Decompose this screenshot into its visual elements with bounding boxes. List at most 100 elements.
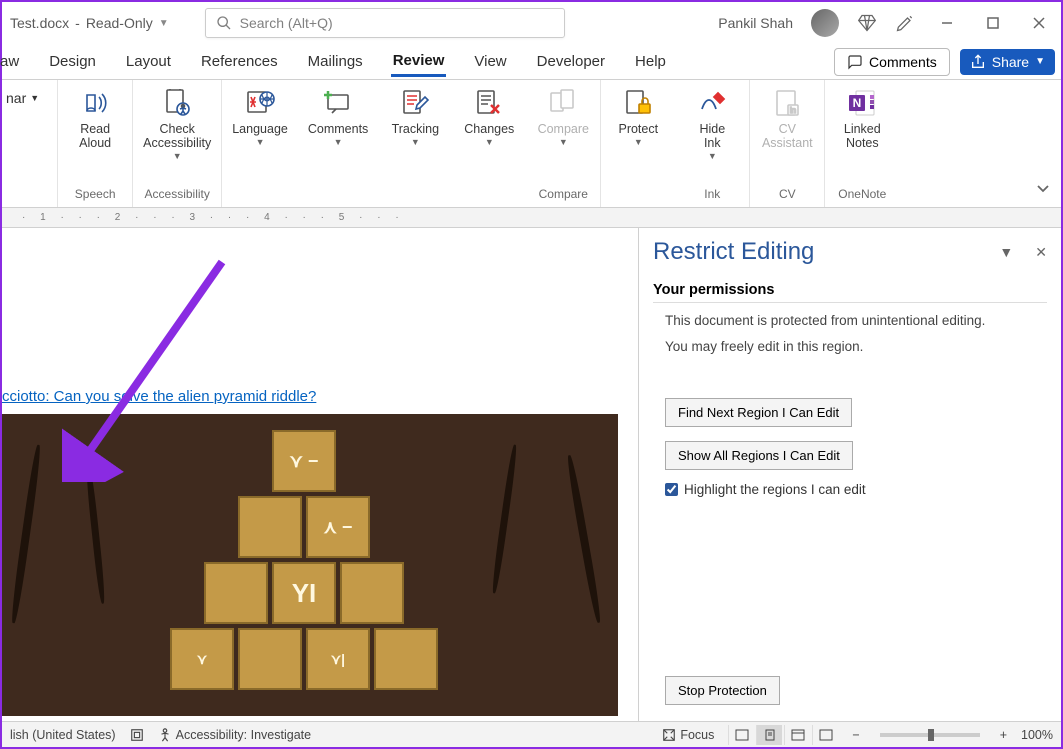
avatar[interactable]: [811, 9, 839, 37]
zoom-slider[interactable]: [880, 733, 980, 737]
tab-mailings[interactable]: Mailings: [306, 47, 365, 76]
accessibility-icon: [161, 87, 193, 119]
tab-layout[interactable]: Layout: [124, 47, 173, 76]
cv-assistant-button: in CV Assistant: [760, 84, 814, 150]
group-label-speech: Speech: [75, 187, 116, 205]
tab-references[interactable]: References: [199, 47, 280, 76]
read-aloud-icon: [79, 87, 111, 119]
panel-description: This document is protected from unintent…: [653, 311, 1047, 358]
content-row: cciotto: Can you solve the alien pyramid…: [2, 228, 1061, 721]
status-macro[interactable]: [130, 728, 144, 742]
chevron-down-icon: ▼: [159, 18, 169, 29]
comments-button[interactable]: Comments: [834, 48, 950, 76]
compare-button: Compare▼: [536, 84, 590, 147]
document-canvas[interactable]: cciotto: Can you solve the alien pyramid…: [2, 228, 638, 721]
status-focus[interactable]: Focus: [662, 728, 714, 742]
language-icon: [244, 87, 276, 119]
search-icon: [216, 15, 232, 31]
user-name[interactable]: Pankil Shah: [718, 15, 793, 31]
protect-icon: [622, 87, 654, 119]
panel-subtitle: Your permissions: [653, 282, 1047, 303]
compare-icon: [547, 87, 579, 119]
tab-view[interactable]: View: [472, 47, 508, 76]
find-next-region-button[interactable]: Find Next Region I Can Edit: [665, 398, 852, 427]
show-all-regions-button[interactable]: Show All Regions I Can Edit: [665, 441, 853, 470]
highlight-checkbox-input[interactable]: [665, 483, 678, 496]
group-label-compare: Compare: [539, 187, 588, 205]
view-read-button[interactable]: [728, 725, 754, 745]
status-bar: lish (United States) Accessibility: Inve…: [2, 721, 1061, 747]
zoom-in-button[interactable]: +: [1000, 728, 1007, 742]
view-mode-buttons: [728, 725, 838, 745]
language-button[interactable]: Language▼: [232, 84, 288, 147]
ribbon-group-changes: Changes▼: [452, 80, 526, 207]
panel-options-button[interactable]: ▼: [999, 244, 1013, 261]
ribbon-group-ink: Hide Ink▼ Ink: [675, 80, 750, 207]
tracking-button[interactable]: Tracking▼: [388, 84, 442, 147]
tab-help[interactable]: Help: [633, 47, 668, 76]
view-web-button[interactable]: [784, 725, 810, 745]
ribbon-group-comments: Comments▼: [298, 80, 378, 207]
check-accessibility-button[interactable]: Check Accessibility▼: [143, 84, 211, 161]
macro-icon: [130, 728, 144, 742]
document-hyperlink[interactable]: cciotto: Can you solve the alien pyramid…: [2, 388, 316, 405]
diamond-icon[interactable]: [857, 13, 877, 33]
share-button[interactable]: Share ▼: [960, 49, 1055, 75]
ribbon-group-tracking: Tracking▼: [378, 80, 452, 207]
status-language[interactable]: lish (United States): [10, 728, 116, 742]
restrict-editing-panel: Restrict Editing ▼ ✕ Your permissions Th…: [638, 228, 1061, 721]
tab-review[interactable]: Review: [391, 46, 447, 77]
zoom-out-button[interactable]: −: [852, 728, 859, 742]
stop-protection-button[interactable]: Stop Protection: [665, 676, 780, 705]
status-accessibility[interactable]: Accessibility: Investigate: [158, 728, 311, 742]
tracking-icon: [399, 87, 431, 119]
svg-text:in: in: [790, 106, 796, 115]
group-label-ink: Ink: [704, 187, 720, 205]
pen-sparkle-icon[interactable]: [895, 13, 915, 33]
tab-developer[interactable]: Developer: [535, 47, 607, 76]
hide-ink-button[interactable]: Hide Ink▼: [685, 84, 739, 161]
read-aloud-button[interactable]: Read Aloud: [68, 84, 122, 150]
highlight-regions-checkbox[interactable]: Highlight the regions I can edit: [665, 482, 1047, 497]
chevron-down-icon: ▼: [1035, 56, 1045, 67]
ribbon-group-cv: in CV Assistant CV: [750, 80, 825, 207]
zoom-level[interactable]: 100%: [1021, 728, 1053, 742]
svg-text:N: N: [853, 96, 862, 110]
search-input[interactable]: Search (Alt+Q): [205, 8, 565, 38]
chevron-down-icon: [1035, 180, 1051, 196]
focus-icon: [662, 728, 676, 742]
linked-notes-button[interactable]: N Linked Notes: [835, 84, 889, 150]
comment-icon: [847, 54, 863, 70]
share-icon: [970, 54, 986, 70]
comments-ribbon-button[interactable]: Comments▼: [308, 84, 368, 147]
ribbon-group-onenote: N Linked Notes OneNote: [825, 80, 899, 207]
minimize-button[interactable]: [933, 9, 961, 37]
narrator-button[interactable]: nar▼: [2, 84, 43, 112]
new-comment-icon: [322, 87, 354, 119]
ruler[interactable]: · 1 · · · 2 · · · 3 · · · 4 · · · 5 · · …: [2, 208, 1061, 228]
ribbon-collapse-button[interactable]: [1035, 180, 1051, 201]
tab-design[interactable]: Design: [47, 47, 98, 76]
document-title[interactable]: Test.docx - Read-Only ▼: [10, 15, 169, 31]
close-button[interactable]: [1025, 9, 1053, 37]
maximize-button[interactable]: [979, 9, 1007, 37]
ribbon-tabs: aw Design Layout References Mailings Rev…: [2, 44, 1061, 80]
document-embedded-image[interactable]: ⋎ − ⋏ − YI ⋎⋎|: [2, 414, 618, 716]
changes-button[interactable]: Changes▼: [462, 84, 516, 147]
search-placeholder: Search (Alt+Q): [240, 15, 333, 31]
cv-icon: in: [771, 87, 803, 119]
group-label-accessibility: Accessibility: [145, 187, 210, 205]
view-print-button[interactable]: [756, 725, 782, 745]
group-label-onenote: OneNote: [838, 187, 886, 205]
title-separator: -: [75, 15, 80, 31]
filename: Test.docx: [10, 15, 69, 31]
ribbon-group-narrator: nar▼: [2, 80, 58, 207]
tab-draw[interactable]: aw: [0, 47, 21, 76]
ribbon-group-accessibility: Check Accessibility▼ Accessibility: [133, 80, 222, 207]
title-right: Pankil Shah: [718, 9, 1053, 37]
ribbon: nar▼ Read Aloud Speech Check Accessibili…: [2, 80, 1061, 208]
ribbon-group-protect: Protect▼: [601, 80, 675, 207]
protect-button[interactable]: Protect▼: [611, 84, 665, 147]
panel-close-button[interactable]: ✕: [1035, 244, 1047, 261]
view-outline-button[interactable]: [812, 725, 838, 745]
